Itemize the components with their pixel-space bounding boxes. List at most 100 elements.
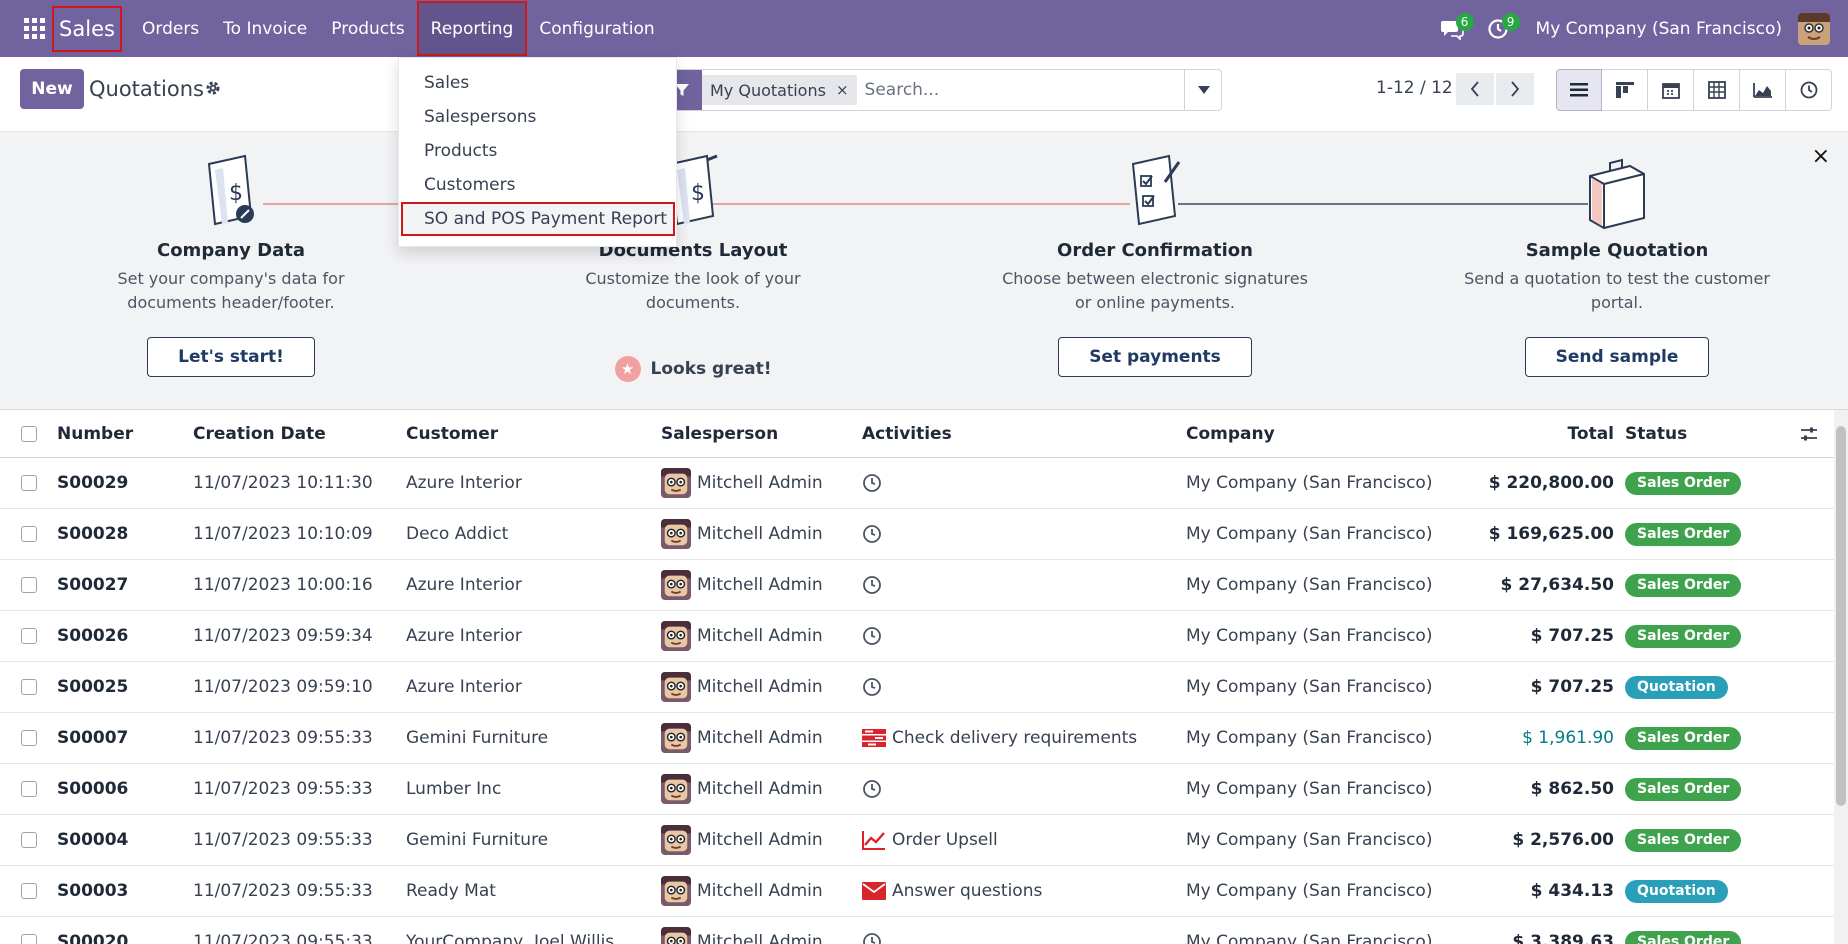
- column-header-total[interactable]: Total: [1444, 410, 1614, 457]
- menu-to-invoice[interactable]: To Invoice: [211, 0, 319, 57]
- activities-button[interactable]: 9: [1478, 0, 1520, 57]
- row-checkbox[interactable]: [21, 560, 38, 610]
- clock-icon[interactable]: [862, 524, 882, 544]
- user-avatar[interactable]: [1798, 12, 1830, 45]
- column-header-status[interactable]: Status: [1625, 410, 1687, 457]
- avatar: [661, 672, 691, 702]
- table-row[interactable]: S00020 11/07/2023 09:55:33 YourCompany, Jo…: [0, 917, 1834, 944]
- pager-previous-button[interactable]: [1456, 73, 1494, 105]
- row-checkbox[interactable]: [21, 458, 38, 508]
- activity-cell[interactable]: [862, 764, 888, 814]
- reporting-item-customers[interactable]: Customers: [399, 168, 676, 202]
- clock-icon[interactable]: [862, 779, 882, 799]
- status-badge: Sales Order: [1625, 471, 1742, 495]
- menu-configuration[interactable]: Configuration: [527, 0, 666, 57]
- table-row[interactable]: S00006 11/07/2023 09:55:33 Lumber Inc Mitch…: [0, 764, 1834, 815]
- avatar: [661, 876, 691, 906]
- list-view-button[interactable]: [1556, 69, 1602, 111]
- calendar-view-button[interactable]: [1648, 69, 1694, 111]
- column-header-company[interactable]: Company: [1186, 410, 1275, 457]
- apps-menu-button[interactable]: [18, 0, 50, 57]
- activity-cell[interactable]: Order Upsell: [862, 815, 998, 865]
- clock-icon[interactable]: [862, 626, 882, 646]
- avatar: [661, 723, 691, 753]
- search-input[interactable]: [864, 80, 1185, 100]
- column-header-number[interactable]: Number: [57, 410, 133, 457]
- column-header-activities[interactable]: Activities: [862, 410, 952, 457]
- table-row[interactable]: S00029 11/07/2023 10:11:30 Azure Interior M…: [0, 458, 1834, 509]
- facet-remove-button[interactable]: ×: [833, 75, 857, 105]
- reporting-item-sales[interactable]: Sales: [399, 66, 676, 100]
- pager-value[interactable]: 1-12 / 12: [1376, 78, 1453, 98]
- row-checkbox[interactable]: [21, 866, 38, 916]
- graph-view-button[interactable]: [1740, 69, 1786, 111]
- reporting-item-products[interactable]: Products: [399, 134, 676, 168]
- menu-products[interactable]: Products: [319, 0, 416, 57]
- table-row[interactable]: S00003 11/07/2023 09:55:33 Ready Mat Mitche…: [0, 866, 1834, 917]
- activity-cell[interactable]: [862, 611, 888, 661]
- clock-icon[interactable]: [862, 932, 882, 944]
- reporting-item-so-pos-payment-report[interactable]: SO and POS Payment Report: [401, 202, 675, 236]
- table-row[interactable]: S00004 11/07/2023 09:55:33 Gemini Furnitur…: [0, 815, 1834, 866]
- row-checkbox[interactable]: [21, 662, 38, 712]
- step-done-label: Looks great!: [650, 359, 772, 379]
- column-header-salesperson[interactable]: Salesperson: [661, 410, 778, 457]
- clock-icon[interactable]: [862, 677, 882, 697]
- activity-view-button[interactable]: [1786, 69, 1832, 111]
- lets-start-button[interactable]: Let's start!: [147, 337, 315, 377]
- select-all-checkbox[interactable]: [21, 410, 38, 457]
- calendar-icon: [1661, 83, 1680, 99]
- table-row[interactable]: S00028 11/07/2023 10:10:09 Deco Addict Mitc…: [0, 509, 1834, 560]
- activity-cell[interactable]: Check delivery requirements: [862, 713, 1137, 763]
- envelope-icon[interactable]: [862, 882, 886, 900]
- pivot-view-button[interactable]: [1694, 69, 1740, 111]
- company-name: My Company (San Francisco): [1186, 881, 1433, 901]
- pager-next-button[interactable]: [1496, 73, 1534, 105]
- table-row[interactable]: S00007 11/07/2023 09:55:33 Gemini Furnitur…: [0, 713, 1834, 764]
- step-description: Set your company's data for documents he…: [117, 269, 345, 312]
- table-header: Number Creation Date Customer Salesperso…: [0, 410, 1834, 458]
- actions-gear-button[interactable]: [205, 80, 221, 101]
- kanban-view-button[interactable]: [1602, 69, 1648, 111]
- row-checkbox[interactable]: [21, 764, 38, 814]
- row-checkbox[interactable]: [21, 713, 38, 763]
- area-chart-icon: [1752, 83, 1772, 98]
- messages-button[interactable]: 6: [1432, 0, 1474, 57]
- status-cell: Sales Order: [1625, 815, 1742, 865]
- activity-cell[interactable]: [862, 458, 888, 508]
- activity-cell[interactable]: [862, 560, 888, 610]
- clock-icon[interactable]: [862, 575, 882, 595]
- table-row[interactable]: S00026 11/07/2023 09:59:34 Azure Interior M…: [0, 611, 1834, 662]
- table-row[interactable]: S00025 11/07/2023 09:59:10 Azure Interior M…: [0, 662, 1834, 713]
- clock-icon[interactable]: [862, 473, 882, 493]
- upsell-chart-icon[interactable]: [862, 830, 886, 850]
- search-options-toggle[interactable]: [1184, 69, 1222, 111]
- close-banner-button[interactable]: ×: [1812, 144, 1830, 169]
- activity-cell[interactable]: [862, 662, 888, 712]
- status-badge: Sales Order: [1625, 828, 1742, 852]
- menu-orders[interactable]: Orders: [130, 0, 211, 57]
- app-brand-sales[interactable]: Sales: [52, 5, 122, 52]
- reporting-item-salespersons[interactable]: Salespersons: [399, 100, 676, 134]
- scrollbar-thumb[interactable]: [1836, 426, 1846, 806]
- tasks-icon[interactable]: [862, 729, 886, 747]
- column-header-creation-date[interactable]: Creation Date: [193, 410, 326, 457]
- activity-cell[interactable]: Answer questions: [862, 866, 1042, 916]
- optional-columns-toggle[interactable]: [1800, 410, 1818, 457]
- avatar: [661, 468, 691, 498]
- company-switcher[interactable]: My Company (San Francisco): [1536, 19, 1782, 39]
- status-badge: Sales Order: [1625, 930, 1742, 944]
- activity-cell[interactable]: [862, 917, 888, 944]
- row-checkbox[interactable]: [21, 611, 38, 661]
- column-header-customer[interactable]: Customer: [406, 410, 498, 457]
- row-checkbox[interactable]: [21, 917, 38, 944]
- row-checkbox[interactable]: [21, 815, 38, 865]
- new-button[interactable]: New: [20, 69, 84, 109]
- menu-reporting[interactable]: Reporting: [416, 1, 528, 56]
- activity-cell[interactable]: [862, 509, 888, 559]
- set-payments-button[interactable]: Set payments: [1058, 337, 1252, 377]
- row-checkbox[interactable]: [21, 509, 38, 559]
- list-scrollbar[interactable]: [1834, 410, 1848, 944]
- send-sample-button[interactable]: Send sample: [1524, 337, 1710, 377]
- table-row[interactable]: S00027 11/07/2023 10:00:16 Azure Interior M…: [0, 560, 1834, 611]
